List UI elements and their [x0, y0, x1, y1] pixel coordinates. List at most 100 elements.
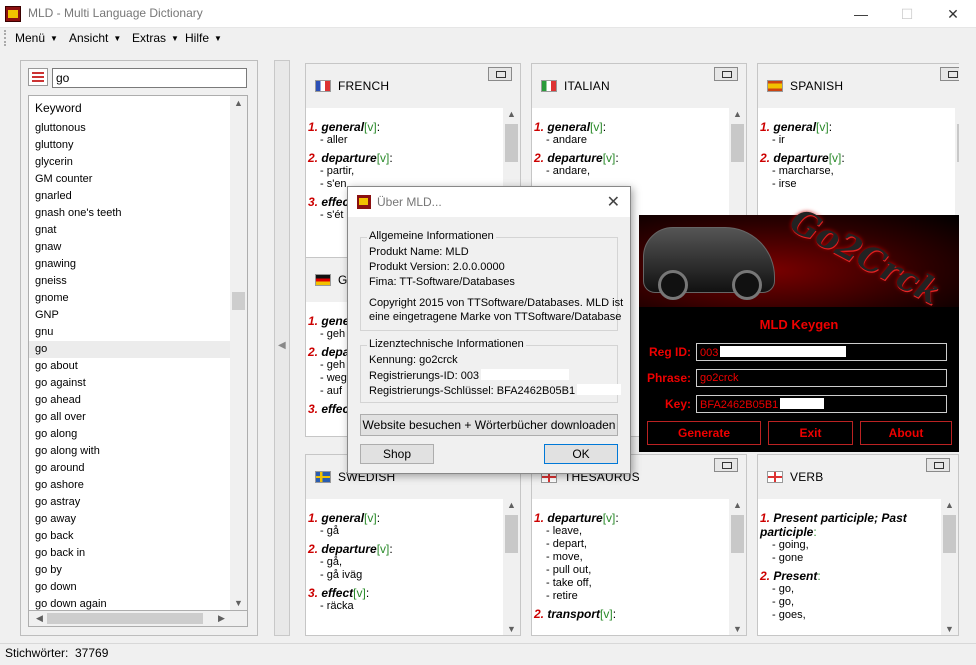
translation-item[interactable]: - depart,	[534, 538, 728, 551]
keyword-item[interactable]: go down again	[29, 596, 231, 610]
translation-item[interactable]: - gone	[760, 552, 940, 565]
dialog-close-icon[interactable]: ✕	[607, 192, 620, 212]
exit-button[interactable]: Exit	[768, 421, 853, 445]
scroll-thumb[interactable]	[505, 124, 518, 162]
panel-scrollbar[interactable]: ▲▼	[941, 499, 958, 635]
entry-term[interactable]: gene	[321, 314, 349, 328]
keyword-item[interactable]: go along	[29, 426, 231, 443]
scroll-thumb[interactable]	[731, 124, 744, 162]
shop-button[interactable]: Shop	[360, 444, 434, 464]
keyword-item[interactable]: go all over	[29, 409, 231, 426]
keyword-vertical-scrollbar[interactable]: ▲ ▼	[230, 96, 247, 610]
translation-item[interactable]: - aller	[308, 134, 502, 147]
keyword-item[interactable]: go about	[29, 358, 231, 375]
translation-item[interactable]: - ir	[760, 134, 954, 147]
panel-restore-button[interactable]	[488, 67, 512, 81]
keyword-item[interactable]: go away	[29, 511, 231, 528]
scroll-thumb[interactable]	[505, 515, 518, 553]
entry-term[interactable]: general	[547, 120, 590, 134]
keyword-item[interactable]: gneiss	[29, 273, 231, 290]
reg-id-field[interactable]: 003	[696, 343, 947, 361]
scroll-down-icon[interactable]: ▼	[230, 598, 247, 608]
entry-term[interactable]: departure	[547, 151, 602, 165]
scroll-right-icon[interactable]: ▶	[213, 613, 230, 624]
keyword-item[interactable]: go around	[29, 460, 231, 477]
entry-term[interactable]: Present participle; Past participle	[760, 511, 907, 539]
keyword-item[interactable]: go ahead	[29, 392, 231, 409]
website-download-button[interactable]: Website besuchen + Wörterbücher download…	[360, 414, 618, 436]
entry-term[interactable]: departure	[321, 542, 376, 556]
keyword-item[interactable]: go along with	[29, 443, 231, 460]
translation-item[interactable]: - räcka	[308, 600, 502, 613]
menu-item-menue[interactable]: Menü ▼	[15, 31, 58, 45]
keyword-item[interactable]: gnarled	[29, 188, 231, 205]
keyword-item[interactable]: go by	[29, 562, 231, 579]
entry-term[interactable]: effec	[321, 195, 349, 209]
language-flag-icon[interactable]	[28, 68, 48, 86]
translation-item[interactable]: - going,	[760, 539, 940, 552]
entry-term[interactable]: general	[321, 120, 364, 134]
keyword-item[interactable]: gluttonous	[29, 120, 231, 137]
keyword-item[interactable]: gnat	[29, 222, 231, 239]
menu-item-hilfe[interactable]: Hilfe ▼	[185, 31, 222, 45]
scroll-up-icon[interactable]: ▲	[503, 500, 520, 510]
scroll-down-icon[interactable]: ▼	[729, 624, 746, 634]
entry-term[interactable]: general	[773, 120, 816, 134]
keyword-item[interactable]: go down	[29, 579, 231, 596]
translation-item[interactable]: - irse	[760, 178, 954, 191]
keyword-horizontal-scrollbar[interactable]: ◀ ▶	[28, 611, 248, 627]
scroll-thumb[interactable]	[943, 515, 956, 553]
entry-term[interactable]: effect	[321, 586, 353, 600]
panel-scrollbar[interactable]: ▲▼	[503, 499, 520, 635]
search-input[interactable]	[52, 68, 247, 88]
entry-term[interactable]: depa	[321, 345, 349, 359]
entry-term[interactable]: effec	[321, 402, 349, 416]
scroll-thumb[interactable]	[232, 292, 245, 310]
translation-item[interactable]: - take off,	[534, 577, 728, 590]
generate-button[interactable]: Generate	[647, 421, 761, 445]
panel-restore-button[interactable]	[926, 458, 950, 472]
panel-scrollbar[interactable]: ▲▼	[729, 499, 746, 635]
close-button[interactable]: ✕	[930, 0, 976, 28]
translation-item[interactable]: - gå,	[308, 556, 502, 569]
entry-term[interactable]: Present	[773, 569, 817, 583]
keyword-item[interactable]: go ashore	[29, 477, 231, 494]
scroll-up-icon[interactable]: ▲	[230, 98, 247, 108]
collapse-arrow-icon[interactable]: ◀	[278, 340, 286, 351]
keyword-item[interactable]: gluttony	[29, 137, 231, 154]
phrase-field[interactable]: go2crck	[696, 369, 947, 387]
scroll-left-icon[interactable]: ◀	[31, 613, 48, 624]
right-edge-scrollbar[interactable]	[959, 60, 976, 636]
entry-term[interactable]: departure	[547, 511, 602, 525]
keyword-item[interactable]: gnu	[29, 324, 231, 341]
ok-button[interactable]: OK	[544, 444, 618, 464]
scroll-up-icon[interactable]: ▲	[729, 109, 746, 119]
keyword-item[interactable]: go	[29, 341, 231, 358]
menu-item-ansicht[interactable]: Ansicht ▼	[69, 31, 121, 45]
keyword-item[interactable]: go back in	[29, 545, 231, 562]
keyword-item[interactable]: go astray	[29, 494, 231, 511]
about-button[interactable]: About	[860, 421, 952, 445]
panel-restore-button[interactable]	[714, 458, 738, 472]
entry-term[interactable]: departure	[773, 151, 828, 165]
scroll-thumb[interactable]	[47, 613, 203, 624]
maximize-button[interactable]: ☐	[884, 0, 930, 28]
keyword-item[interactable]: GM counter	[29, 171, 231, 188]
keyword-list[interactable]: Keyword gluttonous gluttony glycerin GM cou…	[28, 95, 248, 611]
translation-item[interactable]: - pull out,	[534, 564, 728, 577]
translation-item[interactable]: - marcharse,	[760, 165, 954, 178]
translation-item[interactable]: - move,	[534, 551, 728, 564]
keyword-item[interactable]: gnaw	[29, 239, 231, 256]
translation-item[interactable]: - andare,	[534, 165, 728, 178]
translation-item[interactable]: - leave,	[534, 525, 728, 538]
panel-restore-button[interactable]	[714, 67, 738, 81]
scroll-down-icon[interactable]: ▼	[503, 624, 520, 634]
scroll-up-icon[interactable]: ▲	[941, 500, 958, 510]
entry-term[interactable]: transport	[547, 607, 600, 621]
translation-item[interactable]: - partir,	[308, 165, 502, 178]
keyword-item[interactable]: go back	[29, 528, 231, 545]
keyword-item[interactable]: glycerin	[29, 154, 231, 171]
minimize-button[interactable]: —	[838, 0, 884, 28]
scroll-thumb[interactable]	[731, 515, 744, 553]
translation-item[interactable]: - retire	[534, 590, 728, 603]
